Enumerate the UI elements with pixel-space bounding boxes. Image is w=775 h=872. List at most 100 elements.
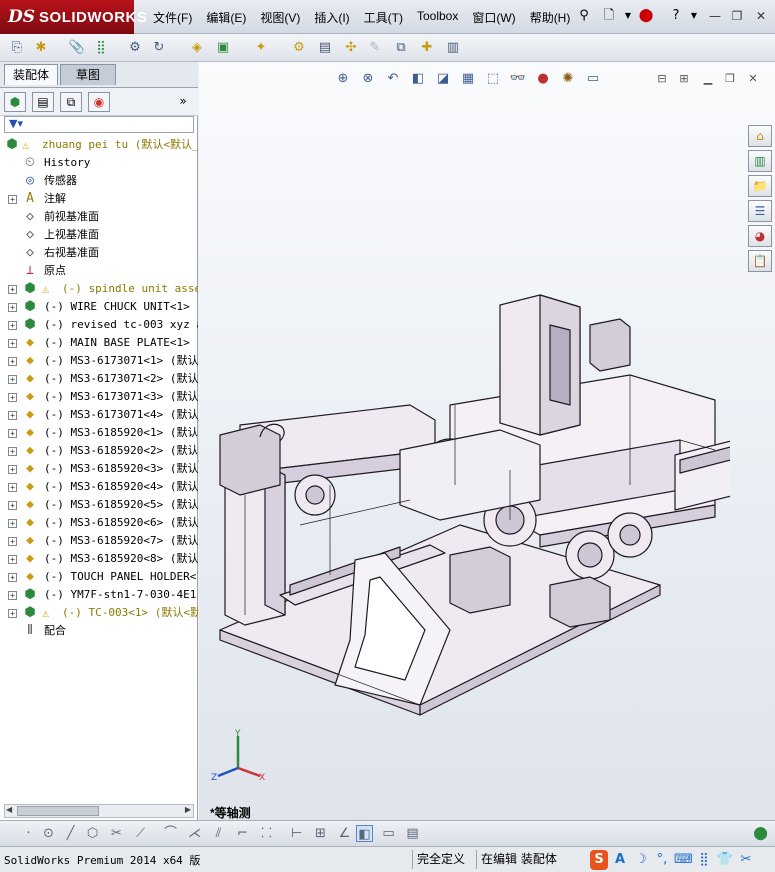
scroll-thumb[interactable] xyxy=(17,806,99,816)
expand-icon[interactable]: + xyxy=(8,483,17,492)
tree-item[interactable]: + ⬢ (-) WIRE CHUCK UNIT<1> (默 xyxy=(0,298,198,316)
table-view-icon[interactable]: ▤ xyxy=(404,825,421,842)
expand-icon[interactable]: + xyxy=(8,591,17,600)
menu-help[interactable]: 帮助(H) xyxy=(523,9,578,26)
tree-item[interactable]: + ◆ (-) MS3-6173071<2> (默认< xyxy=(0,370,198,388)
tree-item[interactable]: + ⬢ (-) revised tc-003 xyz as xyxy=(0,316,198,334)
hole-alignment-icon[interactable]: ▥ xyxy=(444,39,462,57)
tree-item[interactable]: + ⬢ ⚠ (-) TC-003<1> (默认<默认 xyxy=(0,604,198,622)
expand-icon[interactable]: + xyxy=(8,555,17,564)
line-icon[interactable]: ╱ xyxy=(62,825,79,842)
solidworks-resources-icon[interactable]: ⌂ xyxy=(748,125,772,147)
shaded-view-icon[interactable]: ◧ xyxy=(356,825,373,842)
tree-item[interactable]: + ◆ (-) MS3-6173071<4> (默认< xyxy=(0,406,198,424)
tree-horizontal-scrollbar[interactable]: ◀ ▶ xyxy=(4,804,194,818)
dimension-icon[interactable]: ⊢ xyxy=(288,825,305,842)
view-palette-icon[interactable]: ☰ xyxy=(748,200,772,222)
design-library-icon[interactable]: ▥ xyxy=(748,150,772,172)
tree-item[interactable]: + ◆ (-) MAIN BASE PLATE<1> (默 xyxy=(0,334,198,352)
configuration-manager-icon[interactable]: ⧉ xyxy=(60,92,82,112)
moon-icon[interactable]: ☽ xyxy=(632,850,650,870)
tree-item[interactable]: ⬢ ⚠ zhuang pei tu (默认<默认_ xyxy=(0,136,198,154)
expand-icon[interactable]: + xyxy=(8,519,17,528)
reference-geometry-icon[interactable]: ✦ xyxy=(252,39,270,57)
mate-icon[interactable]: 📎 xyxy=(68,39,86,57)
expand-icon[interactable]: + xyxy=(8,285,17,294)
solidworks-logo[interactable]: DS SOLIDWORKS xyxy=(0,0,147,34)
expand-icon[interactable]: + xyxy=(8,339,17,348)
smart-fasteners-icon[interactable]: ⚙ xyxy=(126,39,144,57)
new-motion-study-icon[interactable]: ⚙ xyxy=(290,39,308,57)
tree-item[interactable]: + ◆ (-) MS3-6185920<7> (默认< xyxy=(0,532,198,550)
filter-field[interactable]: ▼▾ xyxy=(4,116,194,133)
corner-rectangle-icon[interactable]: ⌐ xyxy=(234,825,251,842)
menu-insert[interactable]: 插入(I) xyxy=(307,9,356,26)
minimize-icon[interactable]: — xyxy=(706,8,724,24)
keyboard-icon[interactable]: ⌨ xyxy=(674,850,693,870)
tree-item[interactable]: + ◆ (-) TOUCH PANEL HOLDER<1> xyxy=(0,568,198,586)
tree-item[interactable]: + ◆ (-) MS3-6185920<8> (默认< xyxy=(0,550,198,568)
tree-item[interactable]: + ◆ (-) MS3-6185920<5> (默认< xyxy=(0,496,198,514)
edit-component-icon[interactable]: ⎘ xyxy=(8,39,26,57)
tree-item[interactable]: ⫴ 配合 xyxy=(0,622,198,640)
file-explorer-icon[interactable]: 📁 xyxy=(748,175,772,197)
expand-icon[interactable]: + xyxy=(8,195,17,204)
zoom-to-area-icon[interactable]: ⊗ xyxy=(359,70,377,88)
arc-icon[interactable]: ⌒ xyxy=(162,825,179,842)
expand-icon[interactable]: + xyxy=(8,303,17,312)
expand-icon[interactable]: + xyxy=(8,393,17,402)
expand-icon[interactable]: + xyxy=(8,321,17,330)
viewport-split-vertical-icon[interactable]: ⊞ xyxy=(676,71,692,86)
viewport-minimize-icon[interactable]: ▁ xyxy=(700,71,716,86)
tree-item[interactable]: ◇ 上视基准面 xyxy=(0,226,198,244)
tree-item[interactable]: + ◆ (-) MS3-6185920<6> (默认< xyxy=(0,514,198,532)
punctuation-icon[interactable]: °, xyxy=(653,850,671,870)
tab-sketch[interactable]: 草图 xyxy=(60,64,116,85)
property-manager-icon[interactable]: ▤ xyxy=(32,92,54,112)
green-status-icon[interactable]: ⬤ xyxy=(752,825,769,842)
move-component-icon[interactable]: ↻ xyxy=(150,39,168,57)
scroll-right-icon[interactable]: ▶ xyxy=(185,805,191,814)
help-dropdown-icon[interactable]: ▼ xyxy=(686,8,702,24)
custom-properties-icon[interactable]: 📋 xyxy=(748,250,772,272)
expand-icon[interactable]: + xyxy=(8,465,17,474)
tree-item[interactable]: + ◆ (-) MS3-6185920<3> (默认< xyxy=(0,460,198,478)
scroll-left-icon[interactable]: ◀ xyxy=(6,805,12,814)
menu-file[interactable]: 文件(F) xyxy=(146,9,199,26)
skin-icon[interactable]: 👕 xyxy=(716,850,734,870)
zoom-to-fit-icon[interactable]: ⊕ xyxy=(334,70,352,88)
convert-entities-icon[interactable]: ⫽ xyxy=(210,825,227,842)
centerline-icon[interactable]: ⟋ xyxy=(132,825,149,842)
expand-icon[interactable]: + xyxy=(8,429,17,438)
grid-icon[interactable]: ⊞ xyxy=(312,825,329,842)
expand-icon[interactable]: + xyxy=(8,357,17,366)
expand-icon[interactable]: + xyxy=(8,447,17,456)
tree-item[interactable]: ◇ 右视基准面 xyxy=(0,244,198,262)
viewport-split-horizontal-icon[interactable]: ⊟ xyxy=(654,71,670,86)
view-orientation-icon[interactable]: ▦ xyxy=(459,70,477,88)
display-manager-icon[interactable]: ◉ xyxy=(88,92,110,112)
menu-edit[interactable]: 编辑(E) xyxy=(199,9,253,26)
filter-icon[interactable]: ▼▾ xyxy=(9,117,23,130)
tree-item[interactable]: + ◆ (-) MS3-6185920<1> (默认< xyxy=(0,424,198,442)
construction-geometry-icon[interactable]: ⸬ xyxy=(258,825,275,842)
expand-icon[interactable]: + xyxy=(8,573,17,582)
circle-icon[interactable]: ⊙ xyxy=(40,825,57,842)
polygon-icon[interactable]: ⬡ xyxy=(84,825,101,842)
tree-item[interactable]: + ⬢ ⚠ (-) spindle unit assemb xyxy=(0,280,198,298)
dynamic-annotation-views-icon[interactable]: ◪ xyxy=(434,70,452,88)
ime-lang-icon[interactable]: A xyxy=(611,850,629,870)
menu-view[interactable]: 视图(V) xyxy=(253,9,307,26)
edit-appearance-icon[interactable]: ● xyxy=(534,70,552,88)
expand-icon[interactable]: + xyxy=(8,501,17,510)
tools-icon[interactable]: ✂ xyxy=(737,850,755,870)
help-icon[interactable]: ? xyxy=(668,8,684,24)
restore-icon[interactable]: ❐ xyxy=(728,8,746,24)
linear-pattern-icon[interactable]: ⣿ xyxy=(92,39,110,57)
interference-detection-icon[interactable]: ⧉ xyxy=(392,39,410,57)
expand-icon[interactable]: + xyxy=(8,411,17,420)
assembly-model[interactable] xyxy=(210,285,730,725)
pin-icon[interactable]: ⚲ xyxy=(576,8,592,24)
rebuild-traffic-light-icon[interactable]: ⬤ xyxy=(638,8,654,24)
expand-icon[interactable]: + xyxy=(8,537,17,546)
